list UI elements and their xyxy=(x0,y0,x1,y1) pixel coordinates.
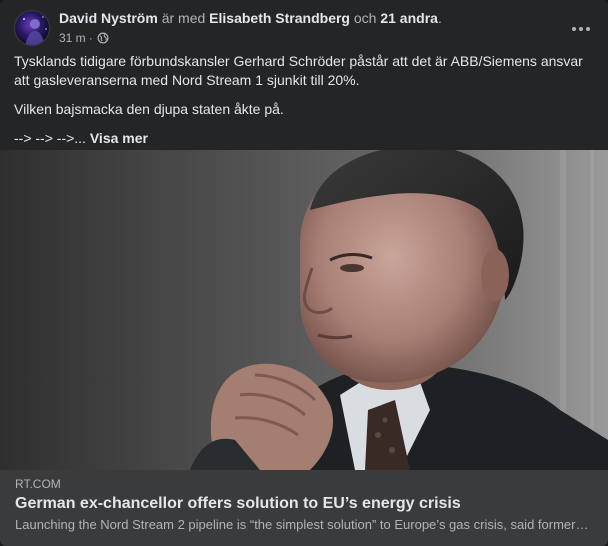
portrait-photo xyxy=(0,150,608,470)
author-avatar[interactable] xyxy=(14,10,50,46)
link-preview-image[interactable] xyxy=(0,150,608,470)
with-text: är med xyxy=(161,10,206,26)
post-attribution: David Nyström är med Elisabeth Strandber… xyxy=(59,10,442,27)
post-paragraph-2: Vilken bajsmacka den djupa staten åkte p… xyxy=(14,101,284,117)
others-link[interactable]: 21 andra xyxy=(380,10,438,26)
post-timestamp[interactable]: 31 m xyxy=(59,31,86,45)
post-paragraph-1: Tysklands tidigare förbundskansler Gerha… xyxy=(14,53,583,88)
post-paragraph-3: --> --> -->... Visa mer xyxy=(14,129,590,148)
post-meta: 31 m · xyxy=(59,31,109,45)
post-paragraph-3-prefix: --> --> -->... xyxy=(14,130,86,146)
see-more-link[interactable]: Visa mer xyxy=(90,130,148,146)
feed-post: David Nyström är med Elisabeth Strandber… xyxy=(0,0,608,546)
more-horizontal-icon xyxy=(572,27,590,31)
tagged-person-link[interactable]: Elisabeth Strandberg xyxy=(209,10,350,26)
link-preview-card[interactable]: RT.COM German ex-chancellor offers solut… xyxy=(0,470,608,546)
avatar-figure-icon xyxy=(23,16,47,45)
and-text: och xyxy=(353,10,377,26)
post-options-button[interactable] xyxy=(568,16,594,42)
link-domain: RT.COM xyxy=(15,477,61,491)
post-text: Tysklands tidigare förbundskansler Gerha… xyxy=(14,52,590,158)
link-description: Launching the Nord Stream 2 pipeline is … xyxy=(15,517,590,532)
author-name[interactable]: David Nyström xyxy=(59,10,158,26)
post-header: David Nyström är med Elisabeth Strandber… xyxy=(14,10,594,50)
meta-separator: · xyxy=(88,31,93,45)
globe-icon xyxy=(97,32,109,44)
attribution-period: . xyxy=(437,10,442,26)
link-title[interactable]: German ex-chancellor offers solution to … xyxy=(15,494,461,514)
